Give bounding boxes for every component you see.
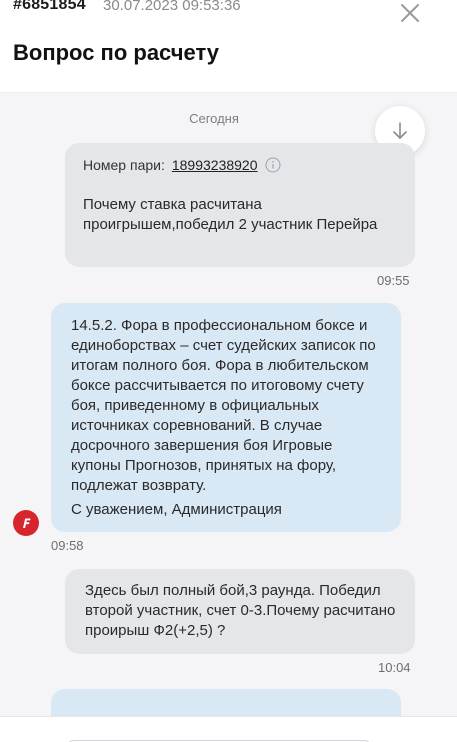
- ticket-datetime: 30.07.2023 09:53:36: [103, 0, 241, 14]
- message-composer: [0, 716, 457, 742]
- message-time: 09:55: [377, 273, 410, 288]
- message-time: 09:58: [51, 538, 84, 553]
- admin-avatar: [13, 510, 39, 536]
- admin-message-partial: [51, 689, 401, 716]
- bet-number-label: Номер пари:: [83, 157, 165, 173]
- user-message: Номер пари: 18993238920 Почему ставка ра…: [65, 143, 415, 267]
- user-message: Здесь был полный бой,3 раунда. Победил в…: [65, 569, 415, 654]
- close-icon[interactable]: [399, 2, 421, 24]
- message-time: 10:04: [378, 660, 411, 675]
- message-signature: С уважением, Администрация: [71, 501, 282, 518]
- chat-area[interactable]: Сегодня Номер пари: 18993238920 Почему с…: [0, 92, 457, 716]
- brand-logo-icon: [23, 518, 31, 528]
- message-text: 14.5.2. Фора в профессиональном боксе и …: [71, 317, 376, 494]
- bet-number-link[interactable]: 18993238920: [172, 155, 258, 175]
- arrow-down-icon[interactable]: [390, 121, 410, 141]
- admin-message: 14.5.2. Фора в профессиональном боксе и …: [51, 303, 401, 532]
- ticket-header: #6851854 30.07.2023 09:53:36 Вопрос по р…: [0, 0, 457, 92]
- close-button[interactable]: [399, 2, 421, 24]
- page-title: Вопрос по расчету: [13, 40, 220, 65]
- message-text: Здесь был полный бой,3 раунда. Победил в…: [85, 582, 396, 639]
- info-icon[interactable]: [265, 157, 281, 173]
- day-divider: Сегодня: [189, 111, 239, 126]
- message-text: Почему ставка расчитана проигрышем,побед…: [83, 196, 378, 233]
- bet-info-row: Номер пари: 18993238920: [83, 155, 397, 175]
- ticket-id: #6851854: [13, 0, 86, 13]
